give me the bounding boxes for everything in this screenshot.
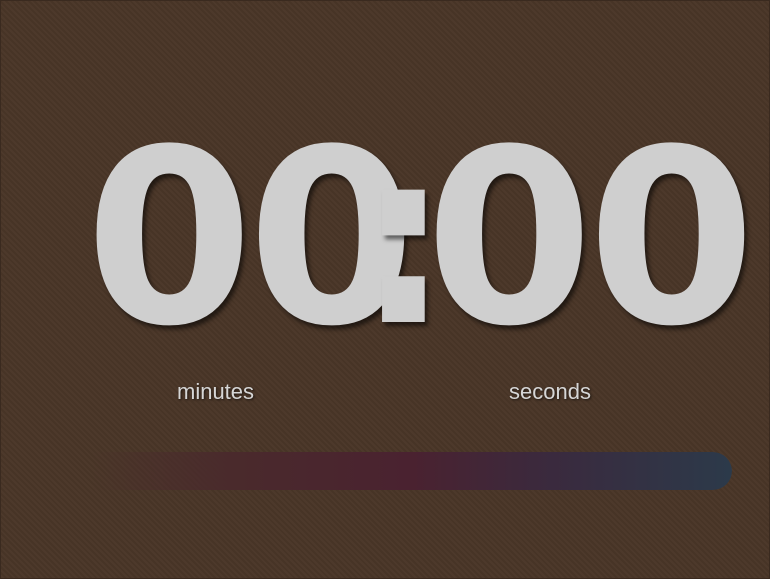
- countdown-display: 00 : 00: [1, 98, 770, 380]
- minutes-label: minutes: [177, 379, 255, 404]
- progress-fill: [91, 452, 732, 490]
- seconds-label: seconds: [509, 379, 591, 404]
- app-frame: 00 : 00 minutes seconds: [0, 0, 770, 579]
- progress-bar: [91, 452, 732, 490]
- seconds-digits: 00: [425, 98, 756, 380]
